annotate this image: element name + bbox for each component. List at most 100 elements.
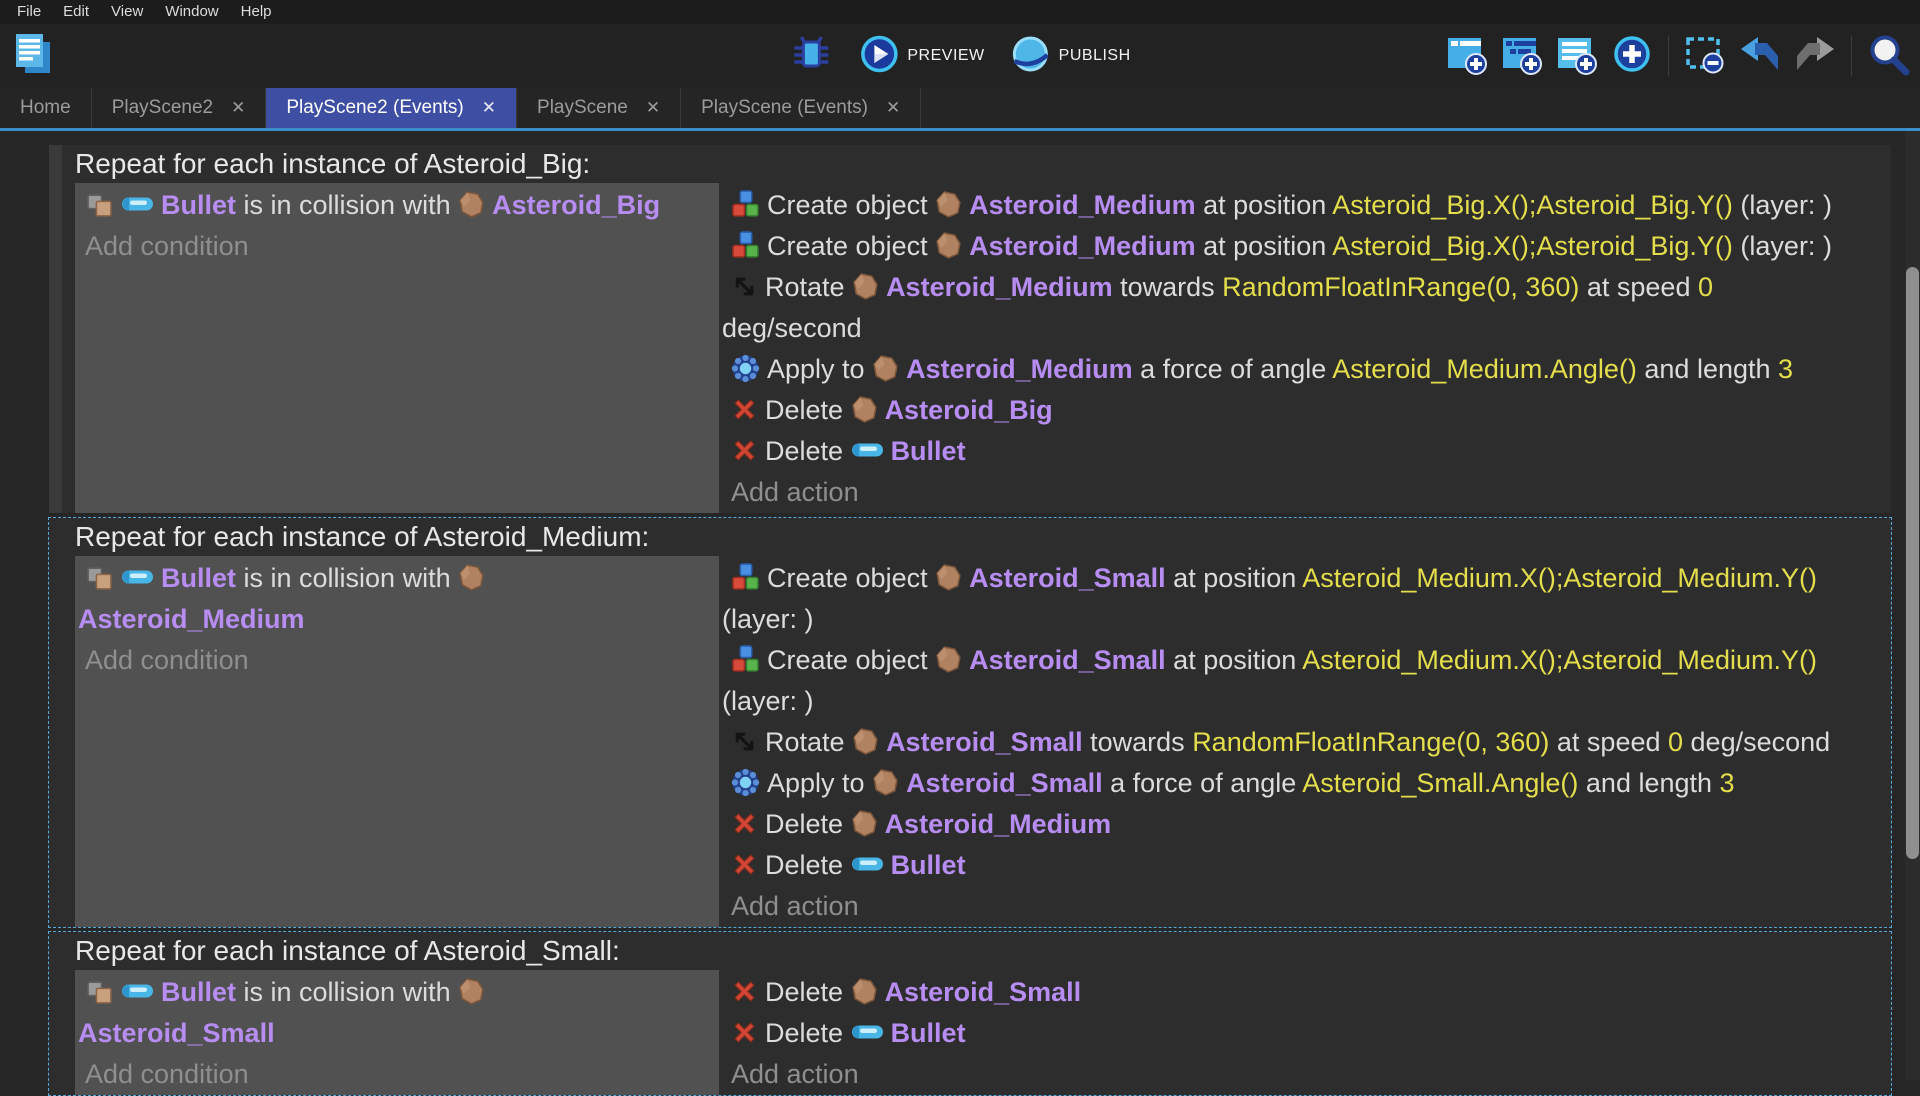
undo-icon[interactable] <box>1738 32 1782 81</box>
plain-text: deg/second <box>722 313 862 343</box>
add-condition-button[interactable]: Add condition <box>75 1054 719 1095</box>
action-row[interactable]: Delete Asteroid_Small <box>719 972 1883 1013</box>
plain-text: and length <box>1578 768 1720 798</box>
menu-help[interactable]: Help <box>230 0 283 24</box>
scrollbar-track[interactable] <box>1905 131 1920 1080</box>
collision-icon <box>85 190 114 219</box>
add-action-button[interactable]: Add action <box>719 886 1883 927</box>
event-body: Bullet is in collision with Asteroid_Big… <box>62 183 1891 513</box>
action-line: Create object Asteroid_Medium at positio… <box>719 226 1883 267</box>
preview-button[interactable]: PREVIEW <box>859 34 984 79</box>
asteroid-icon <box>935 645 962 674</box>
action-row[interactable]: Apply to Asteroid_Small a force of angle… <box>719 763 1883 804</box>
plain-text: (layer: ) <box>1732 190 1832 220</box>
events-toolbar-icons <box>1445 32 1910 81</box>
action-row[interactable]: Delete Asteroid_Big <box>719 390 1883 431</box>
action-row[interactable]: Create object Asteroid_Medium at positio… <box>719 185 1883 226</box>
add-condition-button[interactable]: Add condition <box>75 226 719 267</box>
condition-row[interactable]: Bullet is in collision with Asteroid_Med… <box>75 558 719 640</box>
add-condition-button[interactable]: Add condition <box>75 640 719 681</box>
toolbar-separator <box>1668 36 1669 76</box>
add-new-event-icon[interactable] <box>1610 32 1654 81</box>
project-manager-icon[interactable] <box>10 31 56 82</box>
event-block[interactable]: Repeat for each instance of Asteroid_Med… <box>48 517 1892 928</box>
events-sheet: Repeat for each instance of Asteroid_Big… <box>0 131 1920 1096</box>
plain-text: Apply to <box>767 768 873 798</box>
object-name: Bullet <box>890 1018 966 1048</box>
plain-text: Delete <box>765 809 851 839</box>
tab-close-icon[interactable]: ✕ <box>886 98 900 118</box>
plain-text: at speed <box>1549 727 1668 757</box>
plain-text: a force of angle <box>1102 768 1303 798</box>
action-row[interactable]: Delete Bullet <box>719 431 1883 472</box>
publish-button[interactable]: PUBLISH <box>1011 34 1131 79</box>
plain-text: Delete <box>765 977 851 1007</box>
action-line: Rotate Asteroid_Medium towards RandomFlo… <box>719 267 1883 308</box>
add-sub-event-icon[interactable] <box>1500 32 1544 81</box>
rotate-icon <box>731 728 758 755</box>
event-header[interactable]: Repeat for each instance of Asteroid_Big… <box>62 145 1891 183</box>
condition-row[interactable]: Bullet is in collision with Asteroid_Big <box>75 185 719 226</box>
event-block[interactable]: Repeat for each instance of Asteroid_Big… <box>48 144 1892 514</box>
event-drag-handle[interactable] <box>49 145 62 513</box>
tab-close-icon[interactable]: ✕ <box>646 98 660 118</box>
tab-label: PlayScene <box>537 97 628 118</box>
action-line: Apply to Asteroid_Small a force of angle… <box>719 763 1883 804</box>
tab-playscene[interactable]: PlayScene ✕ <box>517 88 682 128</box>
event-header[interactable]: Repeat for each instance of Asteroid_Sma… <box>62 932 1891 970</box>
asteroid-icon <box>872 768 899 797</box>
tab-close-icon[interactable]: ✕ <box>482 98 496 118</box>
condition-row[interactable]: Bullet is in collision with Asteroid_Sma… <box>75 972 719 1054</box>
plain-text: is in collision with <box>236 977 459 1007</box>
delete-icon <box>731 1019 758 1046</box>
tab-label: Home <box>20 97 71 118</box>
search-icon[interactable] <box>1866 32 1910 81</box>
add-action-button[interactable]: Add action <box>719 472 1883 513</box>
action-row[interactable]: Rotate Asteroid_Medium towards RandomFlo… <box>719 267 1883 349</box>
menu-file[interactable]: File <box>6 0 52 24</box>
add-action-button[interactable]: Add action <box>719 1054 1883 1095</box>
remove-selection-icon[interactable] <box>1683 32 1727 81</box>
plain-text: and length <box>1636 354 1779 384</box>
action-row[interactable]: Create object Asteroid_Small at position… <box>719 640 1883 722</box>
object-name: Asteroid_Medium <box>78 604 305 634</box>
event-drag-handle[interactable] <box>49 518 62 927</box>
action-line: Delete Bullet <box>719 845 1883 886</box>
expression-text: Asteroid_Medium.Angle() <box>1332 354 1637 384</box>
event-drag-handle[interactable] <box>49 932 62 1095</box>
action-row[interactable]: Apply to Asteroid_Medium a force of angl… <box>719 349 1883 390</box>
action-row[interactable]: Create object Asteroid_Small at position… <box>719 558 1883 640</box>
asteroid-icon <box>935 231 962 260</box>
action-row[interactable]: Delete Bullet <box>719 845 1883 886</box>
action-line: Create object Asteroid_Medium at positio… <box>719 185 1883 226</box>
action-row[interactable]: Delete Bullet <box>719 1013 1883 1054</box>
menu-window[interactable]: Window <box>154 0 229 24</box>
tab-home[interactable]: Home <box>0 88 92 128</box>
tab-playscene2[interactable]: PlayScene2 ✕ <box>92 88 267 128</box>
plain-text: (layer: ) <box>1732 231 1832 261</box>
menu-view[interactable]: View <box>100 0 154 24</box>
action-line: deg/second <box>719 308 1883 349</box>
redo-icon[interactable] <box>1793 32 1837 81</box>
action-line: (layer: ) <box>719 599 1883 640</box>
tab-close-icon[interactable]: ✕ <box>231 98 245 118</box>
action-row[interactable]: Create object Asteroid_Medium at positio… <box>719 226 1883 267</box>
menu-edit[interactable]: Edit <box>52 0 100 24</box>
tab-playscene2-events[interactable]: PlayScene2 (Events) ✕ <box>266 88 518 128</box>
plain-text: Rotate <box>765 727 853 757</box>
action-row[interactable]: Rotate Asteroid_Small towards RandomFloa… <box>719 722 1883 763</box>
add-comment-icon[interactable] <box>1555 32 1599 81</box>
asteroid-icon <box>935 190 962 219</box>
event-header-text: Repeat for each instance of Asteroid_Med… <box>75 521 650 552</box>
tab-playscene-events[interactable]: PlayScene (Events) ✕ <box>681 88 922 128</box>
bullet-icon <box>121 982 154 1000</box>
event-block[interactable]: Repeat for each instance of Asteroid_Sma… <box>48 931 1892 1096</box>
add-event-icon[interactable] <box>1445 32 1489 81</box>
event-header[interactable]: Repeat for each instance of Asteroid_Med… <box>62 518 1891 556</box>
plain-text: a force of angle <box>1132 354 1333 384</box>
debug-icon[interactable] <box>789 32 833 81</box>
action-row[interactable]: Delete Asteroid_Medium <box>719 804 1883 845</box>
create-icon <box>731 190 760 219</box>
bullet-icon <box>851 855 884 873</box>
scrollbar-thumb[interactable] <box>1906 267 1919 859</box>
